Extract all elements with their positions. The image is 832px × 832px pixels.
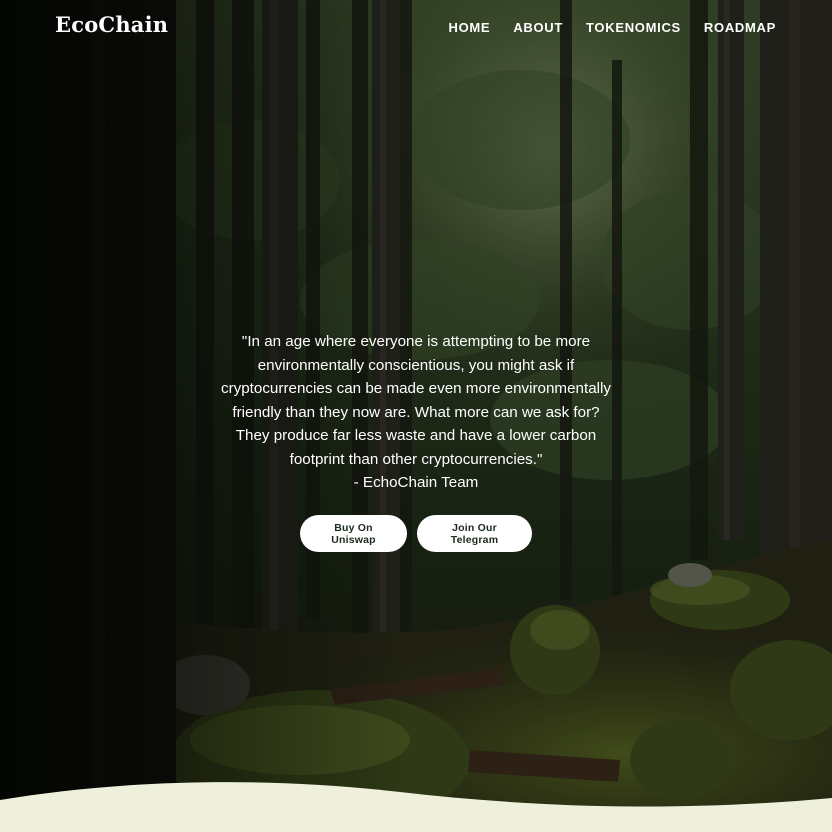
quote-attribution: - EchoChain Team — [353, 474, 479, 491]
hero-quote: "In an age where everyone is attempting … — [220, 333, 611, 468]
nav-link-roadmap[interactable]: ROADMAP — [704, 20, 776, 35]
hero-quote-block: "In an age where everyone is attempting … — [216, 330, 616, 495]
nav-item-tokenomics: TOKENOMICS — [586, 19, 681, 37]
nav-link-about[interactable]: ABOUT — [513, 20, 563, 35]
nav-item-roadmap: ROADMAP — [704, 19, 776, 37]
hero-section: EcoChain HOME ABOUT TOKENOMICS ROADMAP "… — [0, 0, 832, 832]
nav-item-about: ABOUT — [513, 19, 563, 37]
join-telegram-button[interactable]: Join Our Telegram — [417, 515, 532, 552]
nav-menu: HOME ABOUT TOKENOMICS ROADMAP — [449, 19, 777, 37]
nav-link-home[interactable]: HOME — [449, 20, 491, 35]
logo[interactable]: EcoChain — [55, 12, 168, 37]
nav-item-home: HOME — [449, 19, 491, 37]
cta-button-group: Buy On Uniswap Join Our Telegram — [0, 515, 832, 552]
nav-link-tokenomics[interactable]: TOKENOMICS — [586, 20, 681, 35]
buy-on-uniswap-button[interactable]: Buy On Uniswap — [300, 515, 407, 552]
top-navigation: EcoChain HOME ABOUT TOKENOMICS ROADMAP — [0, 0, 832, 56]
